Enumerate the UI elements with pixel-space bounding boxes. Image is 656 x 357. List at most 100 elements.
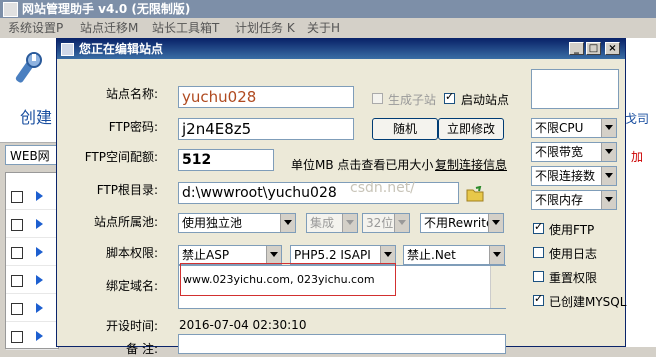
ftp-root-field[interactable]: d:\wwwroot\yuchu028 bbox=[178, 182, 459, 204]
use-log-checkbox[interactable] bbox=[533, 247, 544, 258]
close-button[interactable]: × bbox=[605, 42, 620, 55]
net-select[interactable]: 禁止.Net bbox=[403, 245, 505, 265]
open-time-label: 开设时间: bbox=[105, 319, 158, 333]
pool-value: 使用独立池 bbox=[182, 216, 243, 230]
menu-about[interactable]: 关于H bbox=[307, 18, 340, 38]
domain-scrollbar[interactable] bbox=[490, 266, 506, 308]
ftp-root-label: FTP根目录: bbox=[96, 183, 158, 197]
site-name-field[interactable]: yuchu028 bbox=[178, 86, 354, 108]
rewrite-value: 不用Rewrite bbox=[424, 216, 494, 230]
bits-value: 32位 bbox=[366, 216, 394, 230]
list-item[interactable] bbox=[6, 213, 58, 238]
chevron-down-icon bbox=[380, 246, 395, 264]
list-item[interactable] bbox=[6, 269, 58, 294]
web-list-combo[interactable]: WEB网 bbox=[5, 145, 57, 165]
ftp-quota-label: FTP空间配额: bbox=[84, 150, 158, 164]
site-list bbox=[5, 172, 59, 350]
preview-box bbox=[531, 69, 619, 109]
menu-webmaster-tools[interactable]: 站长工具箱T bbox=[152, 18, 219, 38]
checkbox[interactable] bbox=[11, 191, 23, 203]
chevron-down-icon bbox=[488, 214, 503, 232]
menu-bar: 系统设置P 站点迁移M 站长工具箱T 计划任务 K 关于H bbox=[0, 18, 656, 38]
dialog-title-bar: 您正在编辑站点 _ □ × bbox=[57, 39, 625, 59]
mysql-created-checkbox[interactable] bbox=[533, 292, 544, 306]
dialog-icon bbox=[61, 43, 74, 56]
open-time-value: 2016-07-04 02:30:10 bbox=[179, 318, 307, 332]
play-icon bbox=[36, 191, 43, 201]
net-value: 禁止.Net bbox=[407, 248, 456, 262]
pool-label: 站点所属池: bbox=[93, 215, 158, 229]
modify-now-button[interactable]: 立即修改 bbox=[438, 118, 504, 140]
chevron-down-icon bbox=[394, 214, 409, 232]
script-permission-label: 脚本权限: bbox=[105, 246, 158, 260]
pool-select[interactable]: 使用独立池 bbox=[178, 213, 296, 233]
memory-limit-select[interactable]: 不限内存 bbox=[531, 190, 617, 210]
chevron-down-icon bbox=[280, 214, 295, 232]
site-name-label: 站点名称: bbox=[105, 87, 158, 101]
menu-site-migrate[interactable]: 站点迁移M bbox=[80, 18, 138, 38]
reset-permission-label: 重置权限 bbox=[549, 271, 598, 285]
ftp-password-field[interactable]: j2n4E8z5 bbox=[178, 118, 354, 140]
start-site-label: 启动站点 bbox=[461, 93, 510, 107]
checkbox[interactable] bbox=[11, 219, 23, 231]
app-icon bbox=[3, 2, 18, 17]
minimize-button[interactable]: _ bbox=[569, 42, 584, 55]
integrate-value: 集成 bbox=[310, 216, 335, 230]
folder-icon[interactable] bbox=[466, 186, 484, 202]
sub-site-label: 生成子站 bbox=[388, 93, 437, 107]
use-ftp-label: 使用FTP bbox=[549, 223, 595, 237]
remark-label: 备 注: bbox=[126, 342, 158, 356]
rewrite-select[interactable]: 不用Rewrite bbox=[420, 213, 504, 233]
play-icon bbox=[36, 219, 43, 229]
watermark: csdn.net/ bbox=[350, 180, 415, 196]
main-title-bar: 网站管理助手 v4.0 (无限制版) bbox=[0, 0, 656, 18]
maximize-button[interactable]: □ bbox=[586, 42, 601, 55]
play-icon bbox=[36, 303, 43, 313]
list-item[interactable] bbox=[6, 185, 58, 210]
checkbox[interactable] bbox=[11, 275, 23, 287]
conn-value: 不限连接数 bbox=[535, 169, 596, 183]
ftp-password-label: FTP密码: bbox=[108, 120, 158, 134]
chevron-down-icon bbox=[601, 143, 616, 161]
sub-site-checkbox[interactable] bbox=[372, 93, 383, 104]
right-fragment-2: 加 bbox=[631, 150, 644, 164]
list-item[interactable] bbox=[6, 325, 58, 350]
asp-value: 禁止ASP bbox=[182, 248, 230, 262]
bits-select[interactable]: 32位 bbox=[362, 213, 410, 233]
cpu-value: 不限CPU bbox=[535, 121, 584, 135]
php-value: PHP5.2 ISAPI bbox=[294, 248, 371, 262]
mem-value: 不限内存 bbox=[535, 193, 584, 207]
copy-connection-link[interactable]: 复制连接信息 bbox=[435, 156, 507, 173]
list-item[interactable] bbox=[6, 297, 58, 322]
play-icon bbox=[36, 275, 43, 285]
domain-label: 绑定域名: bbox=[105, 279, 158, 293]
use-ftp-checkbox[interactable] bbox=[533, 220, 544, 234]
menu-scheduled-tasks[interactable]: 计划任务 K bbox=[235, 18, 295, 38]
wrench-icon[interactable] bbox=[8, 52, 44, 88]
php-select[interactable]: PHP5.2 ISAPI bbox=[290, 245, 396, 265]
menu-system-settings[interactable]: 系统设置P bbox=[8, 18, 63, 38]
connection-limit-select[interactable]: 不限连接数 bbox=[531, 166, 617, 186]
checkbox[interactable] bbox=[11, 247, 23, 259]
remark-field[interactable] bbox=[178, 334, 506, 354]
checkbox[interactable] bbox=[11, 331, 23, 343]
chevron-down-icon bbox=[601, 167, 616, 185]
list-item[interactable] bbox=[6, 241, 58, 266]
dialog-title: 您正在编辑站点 bbox=[79, 42, 164, 56]
reset-permission-checkbox[interactable] bbox=[533, 271, 544, 282]
bandwidth-limit-select[interactable]: 不限带宽 bbox=[531, 142, 617, 162]
quota-hint: 单位MB 点击查看已用大小 bbox=[291, 158, 434, 172]
chevron-down-icon bbox=[601, 191, 616, 209]
random-button[interactable]: 随机 bbox=[372, 118, 438, 140]
checkbox[interactable] bbox=[11, 303, 23, 315]
bandwidth-value: 不限带宽 bbox=[535, 145, 584, 159]
asp-select[interactable]: 禁止ASP bbox=[178, 245, 282, 265]
cpu-limit-select[interactable]: 不限CPU bbox=[531, 118, 617, 138]
highlight-box bbox=[180, 263, 396, 296]
chevron-down-icon bbox=[489, 246, 504, 264]
integrate-select[interactable]: 集成 bbox=[306, 213, 358, 233]
play-icon bbox=[36, 331, 43, 341]
create-site-button[interactable]: 创建 bbox=[20, 104, 60, 128]
start-site-checkbox[interactable] bbox=[444, 90, 455, 104]
ftp-quota-field[interactable]: 512 bbox=[178, 149, 274, 171]
